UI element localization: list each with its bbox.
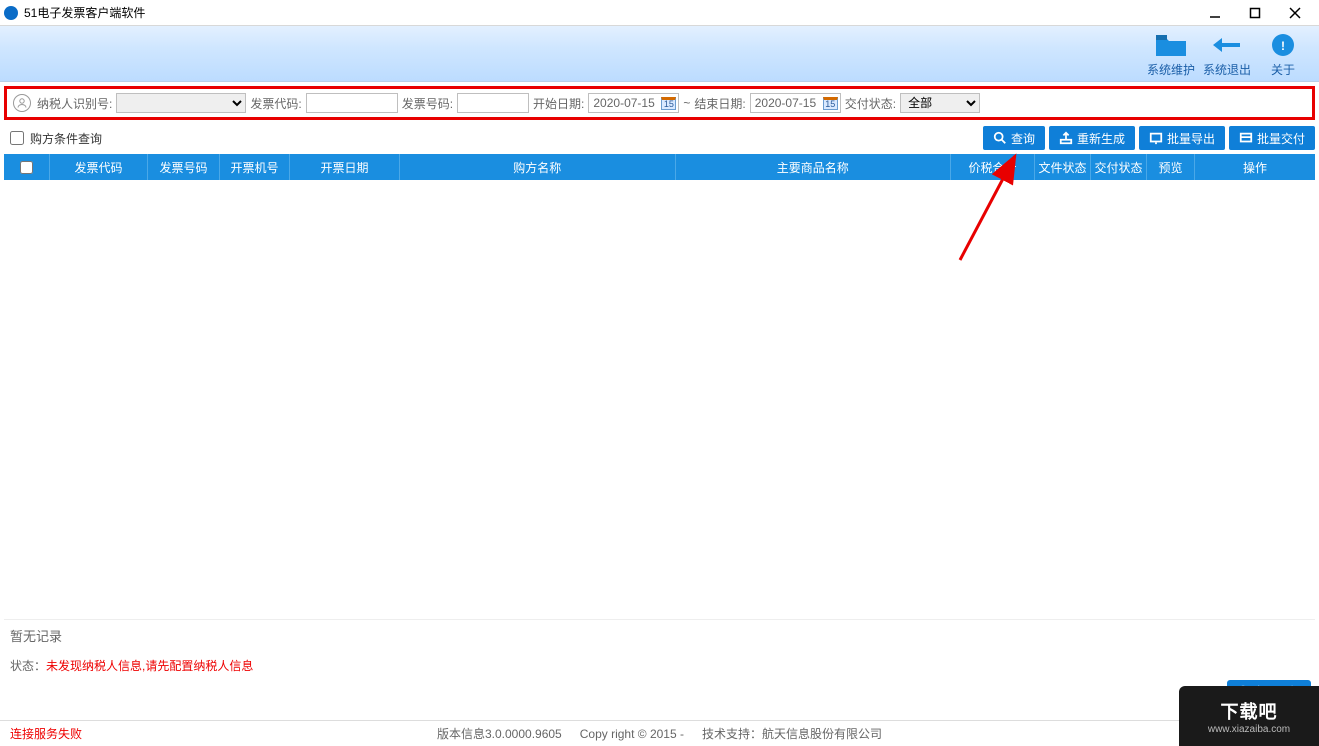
deliver-icon bbox=[1239, 131, 1253, 145]
end-date-field[interactable]: 2020-07-15 15 bbox=[750, 93, 841, 113]
col-action: 操作 bbox=[1195, 154, 1315, 180]
table-header: 发票代码 发票号码 开票机号 开票日期 购方名称 主要商品名称 价税合计 文件状… bbox=[4, 154, 1315, 180]
no-records-text: 暂无记录 bbox=[0, 620, 1319, 651]
close-button[interactable] bbox=[1275, 0, 1315, 26]
buyer-filter-label: 购方条件查询 bbox=[30, 130, 102, 147]
select-all-checkbox[interactable] bbox=[20, 161, 33, 174]
arrow-left-icon bbox=[1199, 29, 1255, 61]
info-icon: ! bbox=[1255, 29, 1311, 61]
app-icon bbox=[4, 6, 18, 20]
maximize-button[interactable] bbox=[1235, 0, 1275, 26]
system-exit-button[interactable]: 系统退出 bbox=[1199, 29, 1255, 78]
tool-label: 系统退出 bbox=[1199, 61, 1255, 78]
regenerate-label: 重新生成 bbox=[1077, 130, 1125, 147]
col-invoice-no: 发票号码 bbox=[148, 154, 220, 180]
col-preview: 预览 bbox=[1147, 154, 1195, 180]
date-separator: ~ bbox=[683, 96, 690, 110]
status-prefix: 状态： bbox=[10, 659, 46, 673]
filter-bar: 纳税人识别号: 发票代码: 发票号码: 开始日期: 2020-07-15 15 … bbox=[4, 86, 1315, 120]
col-buyer-name: 购方名称 bbox=[400, 154, 676, 180]
watermark-title: 下载吧 bbox=[1221, 698, 1278, 724]
taxpayer-id-select[interactable] bbox=[116, 93, 246, 113]
status-warning: 未发现纳税人信息,请先配置纳税人信息 bbox=[46, 659, 253, 673]
start-date-value: 2020-07-15 bbox=[593, 96, 659, 110]
support-value: 航天信息股份有限公司 bbox=[762, 727, 882, 741]
folder-icon bbox=[1143, 29, 1199, 61]
buyer-filter-checkbox[interactable] bbox=[10, 131, 24, 145]
watermark: 下载吧 www.xiazaiba.com bbox=[1179, 686, 1319, 746]
batch-deliver-button[interactable]: 批量交付 bbox=[1229, 126, 1315, 150]
col-product-name: 主要商品名称 bbox=[676, 154, 952, 180]
taxpayer-id-label: 纳税人识别号: bbox=[37, 95, 112, 112]
deliver-status-label: 交付状态: bbox=[845, 95, 896, 112]
status-row: 状态：未发现纳税人信息,请先配置纳税人信息 bbox=[0, 651, 1319, 680]
col-file-status: 文件状态 bbox=[1035, 154, 1091, 180]
regenerate-button[interactable]: 重新生成 bbox=[1049, 126, 1135, 150]
invoice-code-input[interactable] bbox=[306, 93, 398, 113]
query-label: 查询 bbox=[1011, 130, 1035, 147]
export-icon bbox=[1149, 131, 1163, 145]
support-label: 技术支持： bbox=[702, 727, 762, 741]
titlebar: 51电子发票客户端软件 bbox=[0, 0, 1319, 26]
version-text: 版本信息3.0.0000.9605 bbox=[437, 725, 562, 742]
batch-export-button[interactable]: 批量导出 bbox=[1139, 126, 1225, 150]
svg-text:!: ! bbox=[1281, 39, 1285, 53]
calendar-icon: 15 bbox=[823, 97, 838, 110]
system-maintenance-button[interactable]: 系统维护 bbox=[1143, 29, 1199, 78]
invoice-no-label: 发票号码: bbox=[402, 95, 453, 112]
start-date-label: 开始日期: bbox=[533, 95, 584, 112]
minimize-icon bbox=[1209, 7, 1221, 19]
tool-label: 关于 bbox=[1255, 61, 1311, 78]
close-icon bbox=[1289, 7, 1301, 19]
connection-status: 连接服务失败 bbox=[10, 725, 82, 742]
status-bar: 连接服务失败 版本信息3.0.0000.9605 Copy right © 20… bbox=[0, 720, 1319, 746]
tool-label: 系统维护 bbox=[1143, 61, 1199, 78]
window-title: 51电子发票客户端软件 bbox=[24, 4, 1195, 21]
calendar-icon: 15 bbox=[661, 97, 676, 110]
table-body bbox=[4, 180, 1315, 620]
maximize-icon bbox=[1249, 7, 1261, 19]
query-button[interactable]: 查询 bbox=[983, 126, 1045, 150]
batch-deliver-label: 批量交付 bbox=[1257, 130, 1305, 147]
minimize-button[interactable] bbox=[1195, 0, 1235, 26]
end-date-value: 2020-07-15 bbox=[755, 96, 821, 110]
invoice-no-input[interactable] bbox=[457, 93, 529, 113]
upload-icon bbox=[1059, 131, 1073, 145]
end-date-label: 结束日期: bbox=[694, 95, 745, 112]
copyright-text: Copy right © 2015 - bbox=[580, 727, 684, 741]
watermark-url: www.xiazaiba.com bbox=[1208, 724, 1290, 735]
col-invoice-code: 发票代码 bbox=[50, 154, 148, 180]
about-button[interactable]: ! 关于 bbox=[1255, 29, 1311, 78]
main-toolbar: 系统维护 系统退出 ! 关于 bbox=[0, 26, 1319, 82]
deliver-status-select[interactable]: 全部 bbox=[900, 93, 980, 113]
start-date-field[interactable]: 2020-07-15 15 bbox=[588, 93, 679, 113]
col-deliver-status: 交付状态 bbox=[1091, 154, 1147, 180]
invoice-code-label: 发票代码: bbox=[250, 95, 301, 112]
batch-export-label: 批量导出 bbox=[1167, 130, 1215, 147]
search-icon bbox=[993, 131, 1007, 145]
col-machine-no: 开票机号 bbox=[220, 154, 290, 180]
person-icon bbox=[13, 94, 31, 112]
col-issue-date: 开票日期 bbox=[290, 154, 400, 180]
col-total: 价税合计 bbox=[951, 154, 1035, 180]
